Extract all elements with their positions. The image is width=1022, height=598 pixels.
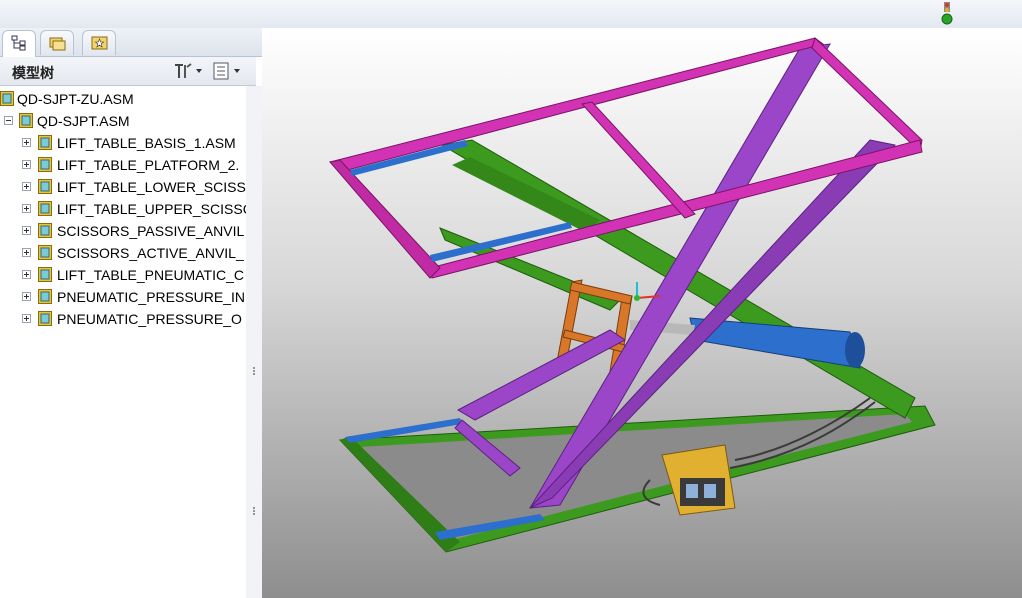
navigator-panel: 模型树 QD-SJPT-ZU.ASM QD-SJPT.ASM LIFT_TABL… <box>0 28 262 598</box>
assembly-icon <box>19 113 33 128</box>
expand-icon[interactable] <box>22 182 31 191</box>
valve-box <box>661 444 736 516</box>
assembly-icon <box>38 245 52 260</box>
tree-item-label: PNEUMATIC_PRESSURE_O <box>57 311 242 327</box>
tab-folder-browser[interactable] <box>40 30 74 55</box>
model-tree: QD-SJPT-ZU.ASM QD-SJPT.ASM LIFT_TABLE_BA… <box>0 86 247 598</box>
base-frame <box>338 405 936 553</box>
assembly-icon <box>0 91 14 106</box>
tree-item-label: LIFT_TABLE_UPPER_SCISSC <box>57 201 247 217</box>
expand-icon[interactable] <box>22 292 31 301</box>
splitter-grip-icon <box>253 507 255 515</box>
tree-item-label: LIFT_TABLE_BASIS_1.ASM <box>57 135 236 151</box>
graphics-viewport[interactable] <box>262 28 1022 598</box>
tree-item-label: QD-SJPT.ASM <box>37 113 130 129</box>
tree-item-label: SCISSORS_PASSIVE_ANVIL <box>57 223 245 239</box>
splitter-grip-icon <box>253 367 255 375</box>
scissor-lift-table-3d-model[interactable] <box>262 28 1022 598</box>
assembly-icon <box>38 157 52 172</box>
assembly-icon <box>38 311 52 326</box>
tree-item-label: LIFT_TABLE_PNEUMATIC_C <box>57 267 244 283</box>
expand-icon[interactable] <box>22 270 31 279</box>
collapse-icon[interactable] <box>4 116 13 125</box>
tab-favorites[interactable] <box>82 30 116 55</box>
model-tree-header: 模型树 <box>0 57 256 86</box>
expand-icon[interactable] <box>22 314 31 323</box>
assembly-icon <box>38 179 52 194</box>
traffic-light-icon[interactable] <box>940 2 954 26</box>
tree-item-label: LIFT_TABLE_LOWER_SCISS <box>57 179 246 195</box>
assembly-icon <box>38 267 52 282</box>
tree-settings-icon <box>175 63 202 78</box>
assembly-icon <box>38 135 52 150</box>
assembly-icon <box>38 223 52 238</box>
top-toolbar <box>0 0 1022 29</box>
tree-columns-icon <box>213 62 240 80</box>
favorites-tab-icon <box>91 36 108 50</box>
tree-item-label: LIFT_TABLE_PLATFORM_2. <box>57 157 240 173</box>
panel-splitter[interactable] <box>246 86 262 598</box>
tree-item-label: SCISSORS_ACTIVE_ANVIL_ <box>57 245 244 261</box>
panel-title: 模型树 <box>12 65 54 81</box>
folder-browser-tab-icon <box>49 37 66 51</box>
model-tree-tab-icon <box>11 35 26 51</box>
navigator-tabs <box>0 28 262 57</box>
expand-icon[interactable] <box>22 204 31 213</box>
tree-item-label: PNEUMATIC_PRESSURE_IN <box>57 289 246 305</box>
tree-item-label: QD-SJPT-ZU.ASM <box>17 91 134 107</box>
assembly-icon <box>38 289 52 304</box>
expand-icon[interactable] <box>22 160 31 169</box>
tree-columns-button[interactable] <box>212 61 246 81</box>
assembly-icon <box>38 201 52 216</box>
expand-icon[interactable] <box>22 138 31 147</box>
expand-icon[interactable] <box>22 226 31 235</box>
expand-icon[interactable] <box>22 248 31 257</box>
tree-settings-button[interactable] <box>172 61 206 81</box>
tab-model-tree[interactable] <box>2 30 36 57</box>
